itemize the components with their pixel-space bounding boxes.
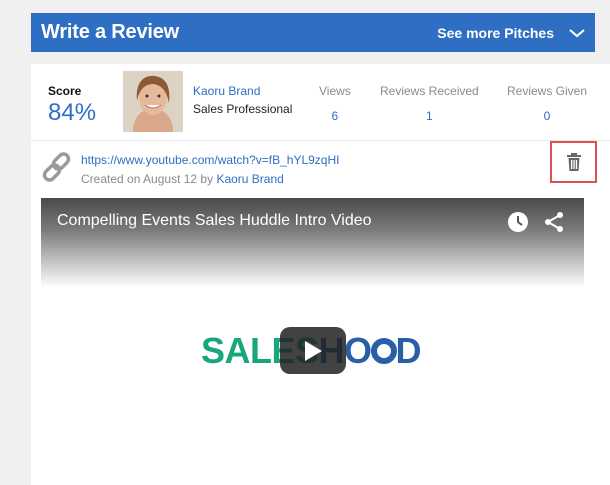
profile-name-link[interactable]: Kaoru Brand [193, 84, 260, 98]
video-title: Compelling Events Sales Huddle Intro Vid… [57, 212, 372, 229]
stat-label: Reviews Given [507, 84, 588, 98]
author-link[interactable]: Kaoru Brand [216, 172, 283, 186]
created-on-text: Created on August 12 by [81, 172, 214, 186]
stat-views: Views 6 [319, 84, 351, 123]
play-button[interactable] [280, 327, 346, 374]
avatar[interactable] [123, 71, 183, 132]
page-title: Write a Review [41, 21, 180, 43]
score-value: 84% [48, 99, 97, 126]
pitch-meta: Created on August 12 by Kaoru Brand [81, 172, 284, 186]
delete-button[interactable] [550, 141, 597, 183]
link-icon [42, 152, 71, 182]
pitch-card: Score 84% Kaoru Brand Sales Professional… [31, 64, 610, 485]
review-header: Write a Review See more Pitches [31, 13, 595, 52]
see-more-pitches-label: See more Pitches [437, 24, 554, 41]
stat-label: Views [319, 84, 351, 98]
stat-value: 6 [331, 109, 339, 123]
stat-reviews-given: Reviews Given 0 [507, 84, 587, 123]
see-more-pitches-button[interactable]: See more Pitches [437, 25, 586, 41]
stat-value: 0 [543, 109, 551, 123]
video-player[interactable]: SALESHOD Compelling Events Sales Huddle … [41, 198, 584, 485]
stat-reviews-received: Reviews Received 1 [380, 84, 479, 123]
pitch-url-link[interactable]: https://www.youtube.com/watch?v=fB_hYL9z… [81, 153, 339, 167]
clock-icon[interactable] [506, 210, 530, 234]
share-icon[interactable] [542, 210, 566, 234]
chevron-down-icon [569, 28, 585, 37]
stat-value: 1 [426, 109, 433, 123]
trash-icon [566, 153, 581, 171]
play-icon [305, 340, 322, 361]
stat-label: Reviews Received [380, 84, 479, 98]
score-label: Score [48, 84, 82, 98]
profile-title: Sales Professional [193, 102, 293, 116]
divider [31, 140, 610, 141]
score-block: Score 84% [48, 84, 96, 126]
